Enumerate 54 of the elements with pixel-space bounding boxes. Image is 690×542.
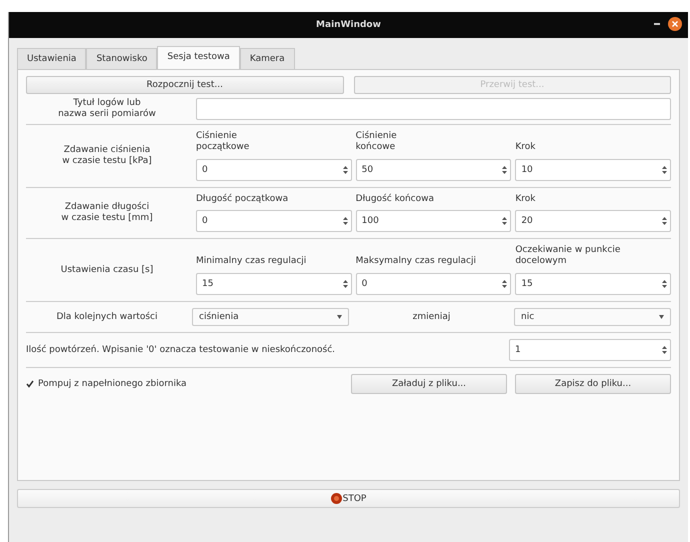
spin-box[interactable]: 20 <box>515 210 671 232</box>
dropdown-arrow-icon <box>337 314 342 319</box>
spin-box[interactable]: 15 <box>196 272 352 295</box>
spin-arrows-icon[interactable] <box>662 216 667 226</box>
file-button[interactable]: Załaduj z pliku... <box>351 374 507 394</box>
field-label: Ilość powtórzeń. Wpisanie '0' oznacza testowanie w nieskończoność. <box>26 344 336 355</box>
field-label: zmieniaj <box>412 312 452 322</box>
dropdown[interactable]: ciśnienia <box>192 308 349 326</box>
spin-box[interactable]: 15 <box>515 272 671 295</box>
spin-arrows-icon[interactable] <box>342 278 348 289</box>
spin-box[interactable]: 0 <box>356 272 512 295</box>
section-label: Zdawanie ciśnienia w czasie testu [kPa] <box>61 145 153 167</box>
tab[interactable]: Kamera <box>240 48 295 69</box>
close-icon[interactable] <box>668 17 682 31</box>
stop-icon <box>330 493 342 504</box>
field-label: Maksymalny czas regulacji <box>356 256 477 267</box>
tab[interactable]: Stanowisko <box>86 48 158 69</box>
checkbox[interactable]: Pompuj z napełnionego zbiornika <box>26 378 343 389</box>
tab[interactable]: Sesja testowa <box>157 46 240 69</box>
spin-arrows-icon[interactable] <box>502 216 508 226</box>
field-label: Krok <box>515 142 536 153</box>
spin-box[interactable]: 50 <box>356 158 512 181</box>
spin-box[interactable]: 0 <box>196 210 352 232</box>
spin-box[interactable]: 10 <box>515 158 671 181</box>
section-label: Zdawanie długości w czasie testu [mm] <box>60 202 154 224</box>
field-label: Długość końcowa <box>356 194 435 204</box>
window-title: MainWindow <box>316 20 381 30</box>
field-label: Krok <box>515 194 536 204</box>
file-button[interactable]: Zapisz do pliku... <box>515 374 671 394</box>
dropdown-arrow-icon <box>659 314 664 319</box>
stop-button[interactable]: STOP <box>17 489 680 508</box>
spin-arrows-icon[interactable] <box>502 278 508 289</box>
action-button[interactable]: Rozpocznij test... <box>26 76 344 94</box>
spin-box[interactable]: 100 <box>356 210 512 232</box>
spin-arrows-icon[interactable] <box>662 278 667 289</box>
field-label: Ciśnienie końcowe <box>356 131 398 153</box>
spin-arrows-icon[interactable] <box>502 164 508 175</box>
field-label: Tytuł logów lub nazwa serii pomiarów <box>57 98 157 120</box>
section-label: Ustawienia czasu [s] <box>60 264 154 276</box>
spin-box[interactable]: 0 <box>196 158 352 181</box>
field-label: Długość początkowa <box>196 194 290 204</box>
field-label: Dla kolejnych wartości <box>55 312 159 322</box>
spin-arrows-icon[interactable] <box>662 164 667 175</box>
spin-arrows-icon[interactable] <box>342 216 348 226</box>
spin-arrows-icon[interactable] <box>662 344 667 355</box>
checkmark-icon <box>26 380 34 388</box>
field-label: Minimalny czas regulacji <box>196 256 308 267</box>
spin-box[interactable]: 1 <box>509 338 671 361</box>
field-label: Ciśnienie początkowe <box>196 131 250 153</box>
dropdown[interactable]: nic <box>514 308 671 326</box>
tab[interactable]: Ustawienia <box>17 48 86 69</box>
field-label: Oczekiwanie w punkcie docelowym <box>515 245 622 267</box>
input-field[interactable] <box>196 98 671 120</box>
spin-arrows-icon[interactable] <box>342 164 348 175</box>
